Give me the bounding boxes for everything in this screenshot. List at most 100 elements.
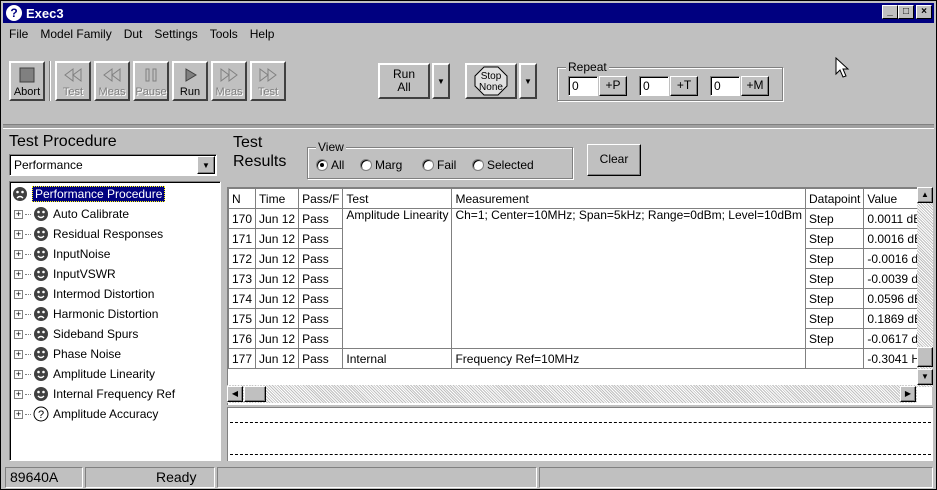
clear-button[interactable]: Clear — [587, 144, 641, 176]
title-bar[interactable]: ? Exec3 _ □ × — [3, 3, 934, 23]
expand-icon[interactable]: + — [14, 349, 23, 359]
column-header[interactable]: Test — [342, 188, 453, 209]
scroll-left-button[interactable]: ◀ — [227, 386, 243, 402]
rewind-icon — [101, 65, 123, 85]
repeat-t-input[interactable]: 0 — [639, 76, 669, 96]
column-header[interactable]: Measurement — [451, 188, 807, 209]
menu-tools[interactable]: Tools — [204, 27, 244, 41]
expand-icon[interactable]: + — [14, 289, 23, 299]
expand-icon[interactable]: + — [14, 329, 23, 339]
cell-pass-fail: Pass — [298, 348, 344, 369]
column-header[interactable]: Time — [255, 188, 300, 209]
menu-help[interactable]: Help — [244, 27, 281, 41]
run-button[interactable]: Run — [172, 61, 208, 101]
column-header[interactable]: N — [228, 188, 257, 209]
cell-n: 175 — [228, 308, 257, 329]
cell-datapoint: Step — [805, 228, 865, 249]
menu-settings[interactable]: Settings — [148, 27, 203, 41]
column-header[interactable]: Pass/F — [298, 188, 344, 209]
tree-item[interactable]: + Sideband Spurs — [10, 324, 138, 344]
tree-connector — [25, 213, 31, 215]
status-model: 89640A — [5, 467, 83, 488]
table-row[interactable]: 177 Jun 12 Pass Internal Frequency Ref=10MHz… — [228, 348, 932, 369]
play-icon — [179, 65, 201, 85]
maximize-button[interactable]: □ — [898, 5, 914, 19]
tree-item[interactable]: + Phase Noise — [10, 344, 121, 364]
fast-forward-icon — [218, 65, 240, 85]
minimize-button[interactable]: _ — [882, 5, 898, 19]
tree-item[interactable]: + Intermod Distortion — [10, 284, 154, 304]
cell-pass-fail: Pass — [298, 268, 344, 289]
repeat-p-button[interactable]: +P — [599, 76, 627, 96]
tree-item[interactable]: + InputNoise — [10, 244, 110, 264]
test-forward-label: Test — [257, 86, 279, 98]
tree-item[interactable]: Performance Procedure — [12, 184, 166, 204]
cell-pass-fail: Pass — [298, 328, 344, 349]
stop-none-button[interactable]: Stop None — [465, 63, 517, 99]
repeat-p-input[interactable]: 0 — [568, 76, 598, 96]
scroll-thumb[interactable] — [917, 347, 933, 367]
view-fail-label: Fail — [437, 158, 457, 172]
meas-back-button[interactable]: Meas — [94, 61, 130, 101]
run-all-button[interactable]: Run All — [378, 63, 430, 99]
tree-item[interactable]: + Harmonic Distortion — [10, 304, 158, 324]
tree-item[interactable]: + InputVSWR — [10, 264, 116, 284]
results-vertical-scrollbar[interactable]: ▲ ▼ — [917, 187, 933, 387]
test-results-title-1: Test — [233, 134, 263, 151]
tree-item[interactable]: + Amplitude Linearity — [10, 364, 155, 384]
tree-item[interactable]: + Auto Calibrate — [10, 204, 129, 224]
repeat-m-input[interactable]: 0 — [710, 76, 740, 96]
view-fail-radio[interactable]: Fail — [422, 158, 456, 172]
status-state: Ready — [85, 467, 215, 488]
test-back-button[interactable]: Test — [55, 61, 91, 101]
tree-item-label: Performance Procedure — [32, 186, 166, 202]
repeat-t-button[interactable]: +T — [670, 76, 698, 96]
expand-icon[interactable]: + — [14, 369, 23, 379]
expand-icon[interactable]: + — [14, 229, 23, 239]
table-row[interactable]: 170 Jun 12 Pass Amplitude Linearity Ch=1; Ce… — [228, 208, 932, 349]
procedure-tree: Performance Procedure + Auto Calibrate + Res… — [9, 181, 221, 461]
procedure-select[interactable]: Performance ▼ — [9, 154, 217, 176]
meas-forward-button[interactable]: Meas — [211, 61, 247, 101]
tree-item[interactable]: + Residual Responses — [10, 224, 163, 244]
cell-n: 172 — [228, 248, 257, 269]
menu-dut[interactable]: Dut — [118, 27, 149, 41]
scroll-right-button[interactable]: ▶ — [900, 386, 916, 402]
tree-item[interactable]: + Internal Frequency Ref — [10, 384, 175, 404]
expand-icon[interactable]: + — [14, 409, 23, 419]
mouse-cursor-icon — [835, 57, 850, 78]
tree-item-label: Auto Calibrate — [53, 207, 130, 221]
expand-icon[interactable]: + — [14, 309, 23, 319]
view-group: View All Marg Fail Selected — [307, 140, 573, 179]
repeat-m-button[interactable]: +M — [741, 76, 769, 96]
happy-face-icon — [33, 346, 49, 362]
test-forward-button[interactable]: Test — [250, 61, 286, 101]
expand-icon[interactable]: + — [14, 209, 23, 219]
run-label: Run — [179, 86, 201, 98]
question-icon: ? — [33, 406, 49, 422]
column-header[interactable]: Datapoint — [805, 188, 865, 209]
menu-file[interactable]: File — [3, 27, 34, 41]
expand-icon[interactable]: + — [14, 249, 23, 259]
view-selected-radio[interactable]: Selected — [472, 158, 534, 172]
close-button[interactable]: × — [916, 5, 932, 19]
results-horizontal-scrollbar[interactable]: ◀ ▶ — [227, 385, 917, 403]
expand-icon[interactable]: + — [14, 389, 23, 399]
stop-dropdown[interactable]: ▼ — [519, 63, 537, 99]
view-all-radio[interactable]: All — [316, 158, 344, 172]
run-all-dropdown[interactable]: ▼ — [432, 63, 450, 99]
abort-button[interactable]: Abort — [9, 61, 45, 101]
sad-face-icon — [33, 306, 49, 322]
pause-button[interactable]: Pause — [133, 61, 169, 101]
tree-item[interactable]: +? Amplitude Accuracy — [10, 404, 158, 424]
horizontal-splitter[interactable] — [3, 124, 934, 129]
chevron-down-icon[interactable]: ▼ — [197, 156, 215, 174]
expand-icon[interactable]: + — [14, 269, 23, 279]
view-marg-radio[interactable]: Marg — [360, 158, 402, 172]
tree-item-label: Phase Noise — [53, 347, 122, 361]
scroll-down-button[interactable]: ▼ — [917, 369, 933, 385]
cell-datapoint: Step — [805, 208, 865, 229]
scroll-up-button[interactable]: ▲ — [917, 187, 933, 203]
menu-model-family[interactable]: Model Family — [34, 27, 117, 41]
hscroll-thumb[interactable] — [244, 386, 266, 402]
